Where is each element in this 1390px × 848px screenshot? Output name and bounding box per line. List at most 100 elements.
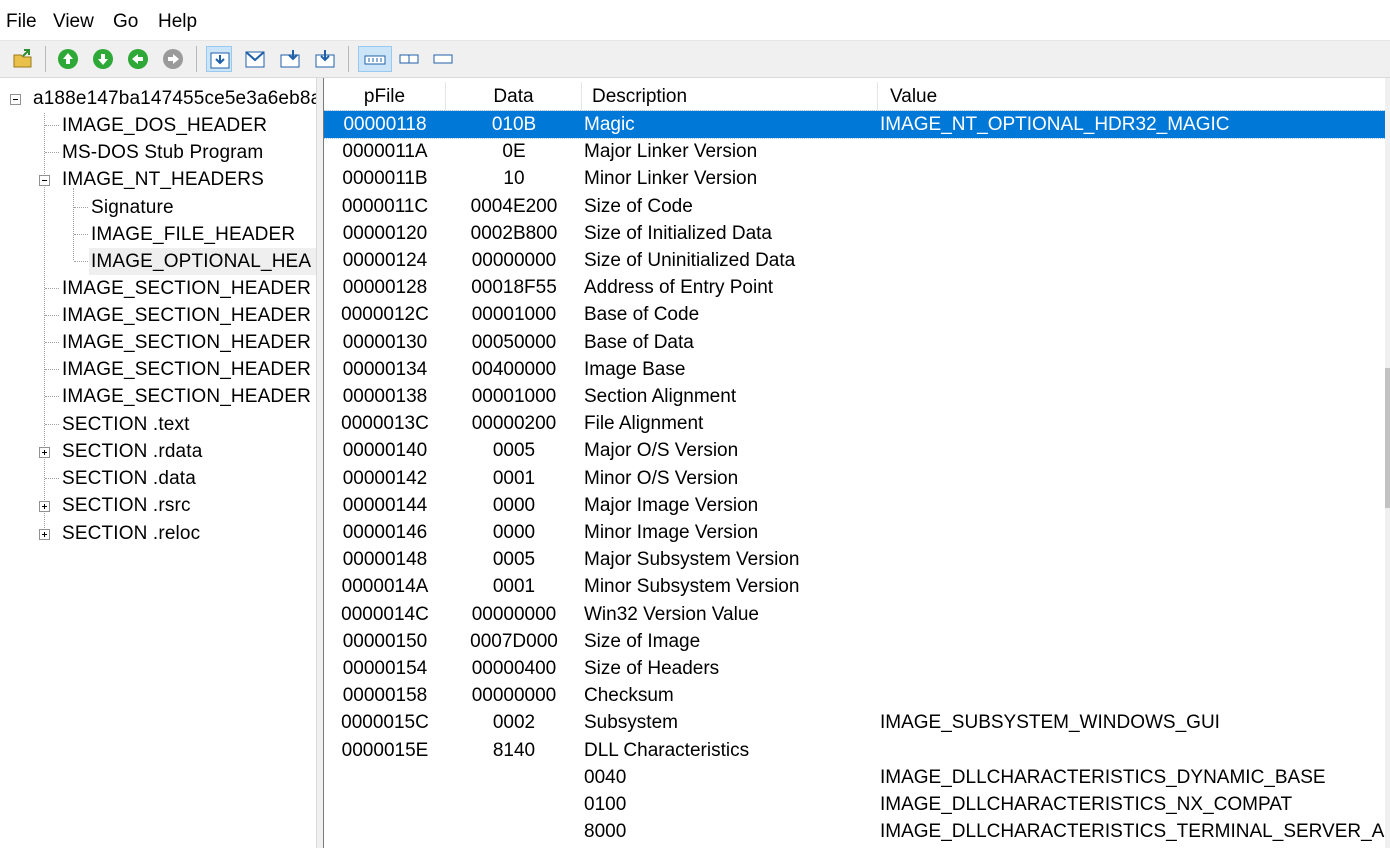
table-row[interactable]: 00000134 00400000 Image Base <box>324 356 1386 383</box>
column-data[interactable]: Data <box>446 82 582 110</box>
tree-item-signature[interactable]: Signature <box>91 194 174 221</box>
table-row[interactable]: 00000120 0002B800 Size of Initialized Data <box>324 220 1386 247</box>
list-view-icon[interactable] <box>394 46 424 72</box>
table-row[interactable]: 0000012C 00001000 Base of Code <box>324 301 1386 328</box>
column-value[interactable]: Value <box>878 82 1386 110</box>
table-row[interactable]: 00000150 0007D000 Size of Image <box>324 628 1386 655</box>
collapse-toggle[interactable] <box>10 94 21 105</box>
table-row[interactable]: 00000142 0001 Minor O/S Version <box>324 465 1386 492</box>
table-row[interactable]: 00000144 0000 Major Image Version <box>324 492 1386 519</box>
cell-value <box>880 220 1390 247</box>
arrow-forward-icon[interactable] <box>160 46 186 72</box>
cell-value: IMAGE_SUBSYSTEM_WINDOWS_GUI <box>880 712 1220 734</box>
table-row[interactable]: 0000014A 0001 Minor Subsystem Version <box>324 573 1386 600</box>
pane-splitter[interactable] <box>316 78 324 848</box>
menu-file[interactable]: File <box>6 11 37 33</box>
table-row[interactable]: 8000 IMAGE_DLLCHARACTERISTICS_TERMINAL_SE… <box>324 818 1386 845</box>
tree-item-section-text[interactable]: SECTION .text <box>62 411 190 438</box>
cell-value <box>880 492 1390 519</box>
table-row[interactable]: 0000011B 10 Minor Linker Version <box>324 165 1386 192</box>
tree-line <box>45 342 59 343</box>
tree-item-file-header[interactable]: IMAGE_FILE_HEADER <box>91 221 295 248</box>
tree-item-section-rsrc[interactable]: SECTION .rsrc <box>62 492 191 519</box>
collapse-toggle[interactable] <box>39 175 50 186</box>
expand-toggle[interactable] <box>39 529 50 540</box>
import-icon[interactable] <box>277 46 303 72</box>
table-row[interactable]: 0040 IMAGE_DLLCHARACTERISTICS_DYNAMIC_BAS… <box>324 764 1386 791</box>
export-icon[interactable] <box>312 46 338 72</box>
cell-data: 0001 <box>492 576 536 598</box>
arrow-down-icon[interactable] <box>90 46 116 72</box>
table-row[interactable]: 0000015E 8140 DLL Characteristics <box>324 737 1386 764</box>
details-view-icon[interactable] <box>358 46 392 72</box>
tree-view[interactable]: a188e147ba147455ce5e3a6eb8a IMAGE_DOS_HE… <box>0 78 316 848</box>
cell-description: Minor Linker Version <box>584 168 758 190</box>
table-row[interactable]: 00000138 00001000 Section Alignment <box>324 383 1386 410</box>
cell-description: Major O/S Version <box>584 440 739 462</box>
table-row[interactable]: 0000011A 0E Major Linker Version <box>324 138 1386 165</box>
toolbar-separator <box>45 46 46 72</box>
table-row[interactable]: 00000130 00050000 Base of Data <box>324 329 1386 356</box>
tree-line <box>74 207 88 208</box>
cell-description: Base of Data <box>584 331 694 353</box>
cell-pfile: 0000011B <box>342 168 428 190</box>
expand-view-icon[interactable] <box>206 46 232 72</box>
scrollbar-thumb[interactable] <box>1385 368 1390 508</box>
compact-view-icon[interactable] <box>428 46 458 72</box>
cell-data <box>446 818 582 845</box>
vertical-scrollbar[interactable] <box>1385 78 1390 848</box>
details-list[interactable]: pFile Data Description Value 00000118 010… <box>324 78 1390 848</box>
cell-description: Size of Uninitialized Data <box>584 250 796 271</box>
cell-pfile: 0000015E <box>341 739 429 761</box>
table-row[interactable]: 00000148 0005 Major Subsystem Version <box>324 546 1386 573</box>
cell-data: 0007D000 <box>470 630 558 652</box>
mail-view-icon[interactable] <box>242 46 268 72</box>
cell-value <box>880 301 1390 328</box>
tree-item-section-header[interactable]: IMAGE_SECTION_HEADER <box>62 329 311 356</box>
table-row[interactable]: 00000154 00000400 Size of Headers <box>324 655 1386 682</box>
menu-go[interactable]: Go <box>113 11 138 33</box>
table-row[interactable]: 00000140 0005 Major O/S Version <box>324 437 1386 464</box>
open-icon[interactable] <box>10 46 36 72</box>
tree-item-section-reloc[interactable]: SECTION .reloc <box>62 520 200 547</box>
table-row[interactable]: 0100 IMAGE_DLLCHARACTERISTICS_NX_COMPAT <box>324 791 1386 818</box>
cell-description: Base of Code <box>584 304 700 326</box>
cell-data: 0000 <box>492 494 536 516</box>
tree-item-optional-header[interactable]: IMAGE_OPTIONAL_HEA <box>89 248 316 275</box>
cell-data <box>446 791 582 818</box>
menu-help[interactable]: Help <box>158 11 197 33</box>
tree-item-section-header[interactable]: IMAGE_SECTION_HEADER <box>62 275 311 302</box>
table-row[interactable]: 0000015C 0002 Subsystem IMAGE_SUBSYSTEM_WIN… <box>324 709 1386 736</box>
tree-root-file[interactable]: a188e147ba147455ce5e3a6eb8a <box>33 85 316 112</box>
table-row[interactable]: 00000128 00018F55 Address of Entry Point <box>324 274 1386 301</box>
column-pfile[interactable]: pFile <box>324 82 446 110</box>
cell-data: 0002 <box>492 712 536 734</box>
cell-value <box>880 274 1390 301</box>
table-row[interactable]: 0000011C 0004E200 Size of Code <box>324 193 1386 220</box>
tree-item-section-data[interactable]: SECTION .data <box>62 465 196 492</box>
arrow-back-icon[interactable] <box>125 46 151 72</box>
cell-value: IMAGE_DLLCHARACTERISTICS_NX_COMPAT <box>880 794 1293 815</box>
expand-toggle[interactable] <box>39 447 50 458</box>
tree-item-nt-headers[interactable]: IMAGE_NT_HEADERS <box>62 166 264 193</box>
cell-description: Address of Entry Point <box>584 277 774 299</box>
tree-item-section-header[interactable]: IMAGE_SECTION_HEADER <box>62 356 311 383</box>
tree-item-dos-stub[interactable]: MS-DOS Stub Program <box>62 139 263 166</box>
tree-item-dos-header[interactable]: IMAGE_DOS_HEADER <box>62 112 267 139</box>
table-row[interactable]: 00000118 010B Magic IMAGE_NT_OPTIONAL_HDR32… <box>324 110 1387 139</box>
tree-item-section-header[interactable]: IMAGE_SECTION_HEADER <box>62 302 311 329</box>
menu-view[interactable]: View <box>53 11 94 33</box>
table-row[interactable]: 00000124 00000000 Size of Uninitialized Da… <box>324 247 1386 274</box>
table-row[interactable]: 00000146 0000 Minor Image Version <box>324 519 1386 546</box>
table-row[interactable]: 0000014C 00000000 Win32 Version Value <box>324 601 1386 628</box>
tree-item-section-rdata[interactable]: SECTION .rdata <box>62 438 202 465</box>
table-row[interactable]: 00000158 00000000 Checksum <box>324 682 1386 709</box>
tree-item-section-header[interactable]: IMAGE_SECTION_HEADER <box>62 383 311 410</box>
tree-line <box>45 315 59 316</box>
cell-pfile: 00000118 <box>343 114 427 135</box>
arrow-up-icon[interactable] <box>55 46 81 72</box>
column-description[interactable]: Description <box>582 82 878 110</box>
cell-data <box>446 764 582 791</box>
table-row[interactable]: 0000013C 00000200 File Alignment <box>324 410 1386 437</box>
expand-toggle[interactable] <box>39 501 50 512</box>
